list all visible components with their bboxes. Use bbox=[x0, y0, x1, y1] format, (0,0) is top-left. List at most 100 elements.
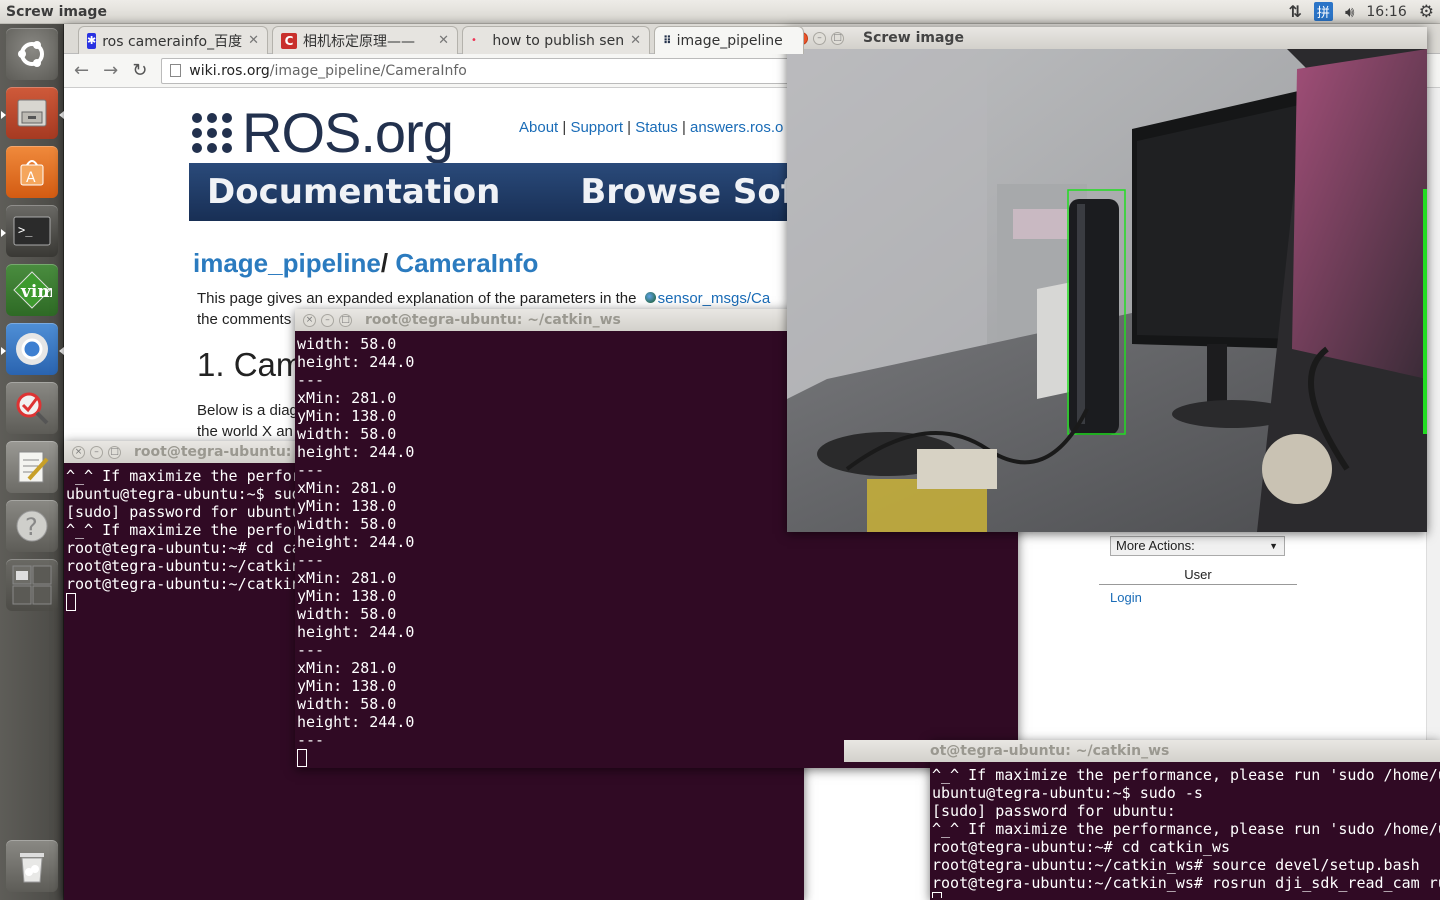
top-panel: Screw image ⇅ 拼 🔊︎ 16:16 ⚙ bbox=[0, 0, 1440, 24]
terminal-launcher[interactable]: >_ bbox=[6, 205, 58, 257]
chromium-launcher[interactable] bbox=[6, 323, 58, 375]
forward-arrow-icon[interactable]: → bbox=[103, 60, 118, 81]
terminal-output[interactable]: ^_^ If maximize the performance, please … bbox=[930, 762, 1440, 900]
site-nav: About | Support | Status | answers.ros.o bbox=[519, 119, 783, 136]
terminal-icon: >_ bbox=[13, 216, 51, 246]
page-heading: image_pipeline/ CameraInfo bbox=[193, 248, 538, 279]
tab-image-pipeline[interactable]: ⠿ image_pipeline bbox=[654, 26, 804, 54]
software-center-launcher[interactable]: A bbox=[6, 146, 58, 198]
screw-image-window: ×–□ Screw image bbox=[787, 27, 1427, 532]
terminal-line: yMin: 138.0 bbox=[297, 587, 397, 605]
files-launcher[interactable] bbox=[6, 87, 58, 139]
ros-dots-icon: ⠿ bbox=[663, 34, 672, 47]
network-updown-icon[interactable]: ⇅ bbox=[1289, 2, 1302, 21]
baidu-paw-icon: ✱ bbox=[87, 32, 97, 49]
nav-status-link[interactable]: Status bbox=[635, 119, 678, 136]
nav-answers-link[interactable]: answers.ros.o bbox=[690, 119, 783, 136]
section-heading: 1. Cam bbox=[197, 346, 304, 383]
terminal-line: height: 244.0 bbox=[297, 713, 415, 731]
close-icon[interactable]: ✕ bbox=[438, 33, 449, 48]
csdn-c-icon: C bbox=[281, 32, 297, 49]
terminal-cursor bbox=[297, 749, 307, 767]
input-method-indicator[interactable]: 拼 bbox=[1313, 2, 1333, 21]
minimize-icon[interactable]: – bbox=[813, 31, 826, 45]
close-icon[interactable]: × bbox=[72, 445, 85, 459]
body-text: the world X an bbox=[197, 423, 293, 440]
qtcreator-launcher[interactable] bbox=[6, 382, 58, 434]
body-paragraph: Below is a diag the world X an bbox=[197, 400, 298, 442]
terminal-titlebar: ot@tegra-ubuntu: ~/catkin_ws bbox=[844, 740, 1440, 762]
terminal-line: root@tegra-ubuntu:~/catkin_ws# source de… bbox=[932, 856, 1420, 874]
minimize-icon[interactable]: – bbox=[90, 445, 103, 459]
power-gear-icon[interactable]: ⚙ bbox=[1419, 2, 1434, 22]
tab-csdn[interactable]: C 相机标定原理—— ✕ bbox=[272, 26, 458, 54]
help-launcher[interactable]: ? bbox=[6, 500, 58, 552]
close-icon[interactable]: × bbox=[303, 313, 316, 327]
login-link[interactable]: Login bbox=[1110, 590, 1142, 605]
camera-frame-image bbox=[787, 49, 1427, 532]
terminal-line: --- bbox=[297, 551, 325, 569]
site-banner: Documentation Browse Softwa bbox=[189, 163, 829, 221]
heading-separator: / bbox=[380, 248, 389, 278]
vim-launcher[interactable]: vim bbox=[6, 264, 58, 316]
url-host: wiki.ros.org bbox=[189, 62, 270, 79]
heading-camerainfo-link[interactable]: CameraInfo bbox=[395, 248, 538, 278]
close-icon[interactable]: ✕ bbox=[248, 33, 259, 48]
active-app-title: Screw image bbox=[6, 3, 107, 20]
terminal-window-right: ot@tegra-ubuntu: ~/catkin_ws ^_^ If maxi… bbox=[844, 740, 1440, 900]
terminal-line: ^_^ If maximize the performance, please … bbox=[932, 766, 1440, 784]
terminal-line: ^_^ If maximize the performance, please … bbox=[932, 820, 1440, 838]
tab-publish[interactable]: • how to publish sen ✕ bbox=[462, 26, 650, 54]
close-icon[interactable]: ✕ bbox=[630, 33, 641, 48]
clock[interactable]: 16:16 bbox=[1366, 4, 1406, 20]
sensor-msgs-link[interactable]: sensor_msgs/Ca bbox=[658, 290, 771, 307]
text-editor-launcher[interactable] bbox=[6, 441, 58, 493]
trash-launcher[interactable] bbox=[6, 840, 58, 892]
nav-support-link[interactable]: Support bbox=[570, 119, 623, 136]
more-actions-select[interactable]: More Actions: ▼ bbox=[1110, 536, 1285, 556]
heading-image-pipeline-link[interactable]: image_pipeline bbox=[193, 248, 381, 278]
indicator-area: ⇅ 拼 🔊︎ 16:16 ⚙ bbox=[1289, 2, 1434, 22]
reload-icon[interactable]: ↻ bbox=[132, 60, 147, 81]
nav-separator: | bbox=[681, 119, 686, 136]
page-info-icon bbox=[170, 64, 182, 77]
address-bar[interactable]: wiki.ros.org/image_pipeline/CameraInfo bbox=[161, 57, 802, 84]
notepad-pencil-icon bbox=[18, 451, 49, 483]
banner-documentation[interactable]: Documentation bbox=[207, 172, 500, 212]
terminal-cursor bbox=[66, 593, 76, 611]
magnifier-check-icon bbox=[16, 392, 49, 425]
terminal-cursor bbox=[932, 892, 942, 898]
terminal-line: --- bbox=[297, 641, 325, 659]
speaker-volume-icon[interactable]: 🔊︎ bbox=[1345, 3, 1354, 21]
dropdown-arrow-icon: ▼ bbox=[1269, 541, 1278, 551]
loading-dot-icon: • bbox=[471, 35, 477, 46]
terminal-line: xMin: 281.0 bbox=[297, 659, 397, 677]
nav-about-link[interactable]: About bbox=[519, 119, 558, 136]
launcher: A >_ vim ? bbox=[0, 24, 64, 900]
terminal-line: height: 244.0 bbox=[297, 533, 415, 551]
window-title: ot@tegra-ubuntu: ~/catkin_ws bbox=[930, 743, 1170, 759]
svg-text:>_: >_ bbox=[18, 223, 33, 237]
maximize-icon[interactable]: □ bbox=[831, 31, 844, 45]
maximize-icon[interactable]: □ bbox=[108, 445, 121, 459]
svg-text:A: A bbox=[26, 170, 36, 186]
tab-label: how to publish sen bbox=[492, 32, 625, 49]
ros-nine-dots-icon bbox=[192, 112, 232, 153]
terminal-line: yMin: 138.0 bbox=[297, 677, 397, 695]
tab-label: 相机标定原理—— bbox=[303, 33, 415, 50]
terminal-line: height: 244.0 bbox=[297, 623, 415, 641]
minimize-icon[interactable]: – bbox=[321, 313, 334, 327]
help-question-icon: ? bbox=[16, 510, 48, 542]
ros-logo[interactable]: ROS.org bbox=[190, 100, 454, 165]
terminal-line: width: 58.0 bbox=[297, 605, 397, 623]
screw-titlebar: ×–□ Screw image bbox=[787, 27, 1427, 49]
maximize-icon[interactable]: □ bbox=[339, 313, 352, 327]
dash-home-button[interactable] bbox=[6, 28, 58, 80]
ros-logo-text: ROS.org bbox=[242, 101, 454, 164]
workspace-switcher[interactable] bbox=[6, 559, 58, 611]
tab-baidu[interactable]: ✱ ros camerainfo_百度 ✕ bbox=[78, 26, 268, 54]
nav-separator: | bbox=[627, 119, 632, 136]
back-arrow-icon[interactable]: ← bbox=[74, 60, 89, 81]
terminal-line: [sudo] password for ubuntu: bbox=[932, 802, 1176, 820]
svg-text:?: ? bbox=[25, 513, 38, 541]
